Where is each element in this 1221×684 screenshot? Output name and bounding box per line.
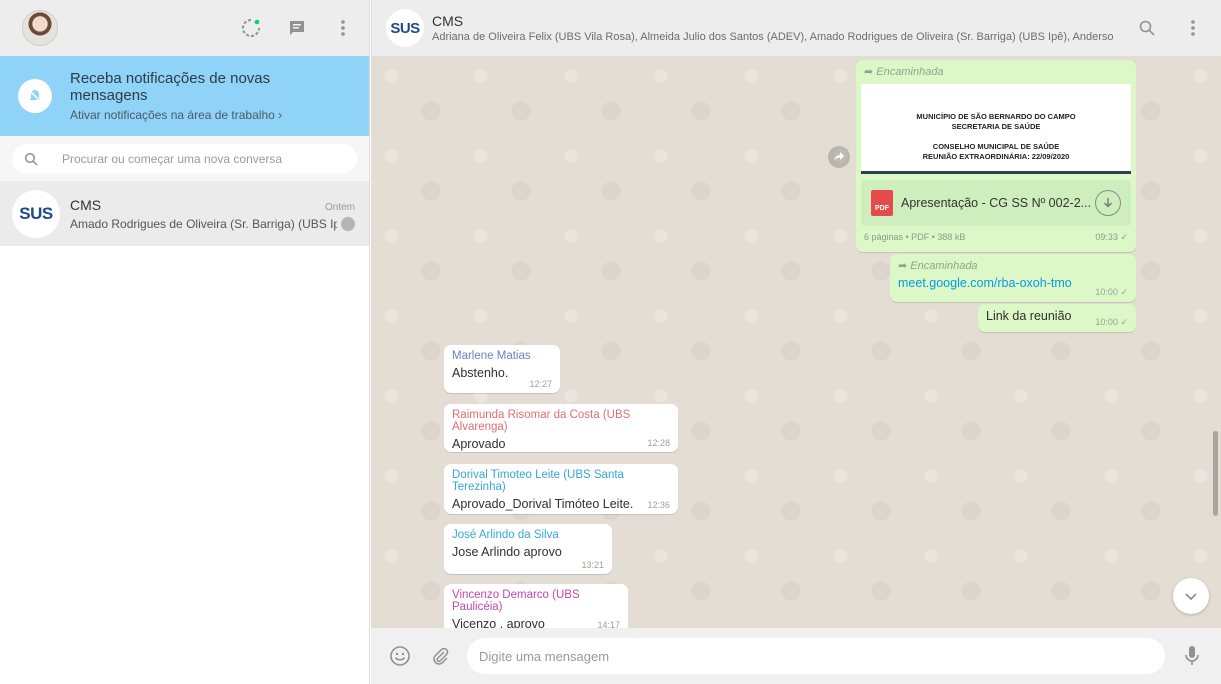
message-text: Vicenzo . aprovo [452, 617, 545, 628]
bell-off-icon [18, 79, 52, 113]
conversation-info[interactable]: CMS Adriana de Oliveira Felix (UBS Vila … [432, 13, 1113, 43]
chat-time: Ontem [324, 202, 355, 213]
document-meta: 6 páginas • PDF • 388 kB [864, 232, 966, 242]
notification-text: Receba notificações de novas mensagens A… [70, 70, 351, 122]
forward-icon: ➦ [898, 260, 911, 272]
message-time: 13:21 [581, 560, 604, 570]
pdf-icon: PDF [871, 190, 893, 216]
search-input[interactable] [62, 152, 342, 166]
notification-banner[interactable]: Receba notificações de novas mensagens A… [0, 56, 369, 136]
preview-line: CONSELHO MUNICIPAL DE SAÚDE [932, 142, 1060, 151]
sender-name[interactable]: Raimunda Risomar da Costa (UBS Alvarenga… [452, 409, 670, 433]
emoji-icon[interactable] [387, 643, 413, 669]
meeting-link[interactable]: meet.google.com/rba-oxoh-tmo [898, 276, 1072, 290]
message-text: Jose Arlindo aprovo [452, 545, 562, 559]
message-time: 10:00 ✓ [1095, 287, 1128, 297]
conversation-pane: SUS CMS Adriana de Oliveira Felix (UBS V… [371, 0, 1221, 684]
preview-line: SECRETARIA DE SAÚDE [951, 122, 1041, 131]
forwarded-label: ➦ Encaminhada [864, 66, 944, 78]
message-composer [371, 628, 1221, 684]
chat-info: CMS Ontem Amado Rodrigues de Oliveira (S… [70, 197, 355, 231]
search-icon [24, 152, 42, 166]
conversation-title: CMS [432, 13, 464, 29]
forward-icon: ➦ [864, 66, 877, 78]
download-icon[interactable] [1095, 190, 1121, 216]
sender-name[interactable]: Dorival Timoteo Leite (UBS Santa Terezin… [452, 469, 670, 493]
preview-line: REUNIÃO EXTRAORDINÁRIA: 22/09/2020 [922, 152, 1070, 161]
message-list[interactable]: ➦ Encaminhada MUNICÍPIO DE SÃO BERNARDO … [371, 56, 1221, 628]
left-pane: Receba notificações de novas mensagens A… [0, 0, 370, 684]
left-header [0, 0, 369, 56]
link-message: ➦ Encaminhada meet.google.com/rba-oxoh-t… [890, 254, 1136, 302]
preview-line: MUNICÍPIO DE SÃO BERNARDO DO CAMPO [916, 112, 1076, 121]
document-message[interactable]: ➦ Encaminhada MUNICÍPIO DE SÃO BERNARDO … [856, 60, 1136, 252]
enable-notifications-link[interactable]: Ativar notificações na área de trabalho … [70, 108, 351, 122]
menu-icon[interactable] [1181, 16, 1205, 40]
document-preview[interactable]: MUNICÍPIO DE SÃO BERNARDO DO CAMPO SECRE… [861, 84, 1131, 174]
incoming-message: José Arlindo da Silva Jose Arlindo aprov… [444, 524, 612, 574]
forwarded-label: ➦ Encaminhada [898, 260, 978, 272]
conversation-members: Adriana de Oliveira Felix (UBS Vila Rosa… [432, 31, 1113, 43]
scrollbar[interactable] [1213, 431, 1218, 516]
message-text: Aprovado_Dorival Timóteo Leite. [452, 497, 634, 511]
menu-icon[interactable] [331, 16, 355, 40]
new-chat-icon[interactable] [285, 16, 309, 40]
conversation-header[interactable]: SUS CMS Adriana de Oliveira Felix (UBS V… [371, 0, 1221, 56]
group-avatar[interactable]: SUS [386, 9, 424, 47]
incoming-message: Marlene Matias Abstenho. 12:27 [444, 345, 560, 393]
attach-icon[interactable] [427, 643, 453, 669]
incoming-message: Vincenzo Demarco (UBS Paulicéia) Vicenzo… [444, 584, 628, 628]
incoming-message: Raimunda Risomar da Costa (UBS Alvarenga… [444, 404, 678, 452]
message-input[interactable] [467, 638, 1165, 674]
outgoing-message: Link da reunião 10:00 ✓ [978, 304, 1136, 332]
message-time: 12:36 [647, 500, 670, 510]
message-time: 10:00 ✓ [1095, 317, 1128, 327]
sender-name[interactable]: Vincenzo Demarco (UBS Paulicéia) [452, 589, 620, 613]
search-bar [0, 136, 369, 182]
message-text: Abstenho. [452, 366, 509, 380]
message-time: 12:28 [647, 438, 670, 448]
message-time: 14:17 [597, 620, 620, 628]
message-text: Aprovado [452, 437, 506, 451]
chat-list-item[interactable]: SUS CMS Ontem Amado Rodrigues de Oliveir… [0, 182, 369, 246]
chat-last-message: Amado Rodrigues de Oliveira (Sr. Barriga… [70, 217, 337, 231]
status-icon[interactable] [239, 16, 263, 40]
sender-name[interactable]: Marlene Matias [452, 350, 552, 362]
message-time: 09:33 ✓ [1095, 232, 1128, 242]
sender-name[interactable]: José Arlindo da Silva [452, 529, 604, 541]
search-icon[interactable] [1135, 16, 1159, 40]
chevron-down-icon[interactable] [1173, 578, 1209, 614]
document-meta-row: 6 páginas • PDF • 388 kB 09:33 ✓ [864, 232, 1128, 243]
muted-icon [341, 217, 355, 231]
document-name: Apresentação - CG SS Nº 002-2... [901, 196, 1092, 210]
notification-title: Receba notificações de novas mensagens [70, 70, 271, 104]
incoming-message: Dorival Timoteo Leite (UBS Santa Terezin… [444, 464, 678, 514]
share-icon[interactable] [828, 146, 850, 168]
document-file-row[interactable]: PDF Apresentação - CG SS Nº 002-2... [861, 180, 1131, 226]
chat-avatar: SUS [12, 190, 60, 238]
search-box [12, 144, 357, 174]
message-time: 12:27 [529, 379, 552, 389]
chat-name: CMS [70, 197, 102, 213]
mic-icon[interactable] [1179, 643, 1205, 669]
profile-avatar[interactable] [22, 10, 58, 46]
message-text: Link da reunião [986, 309, 1072, 323]
